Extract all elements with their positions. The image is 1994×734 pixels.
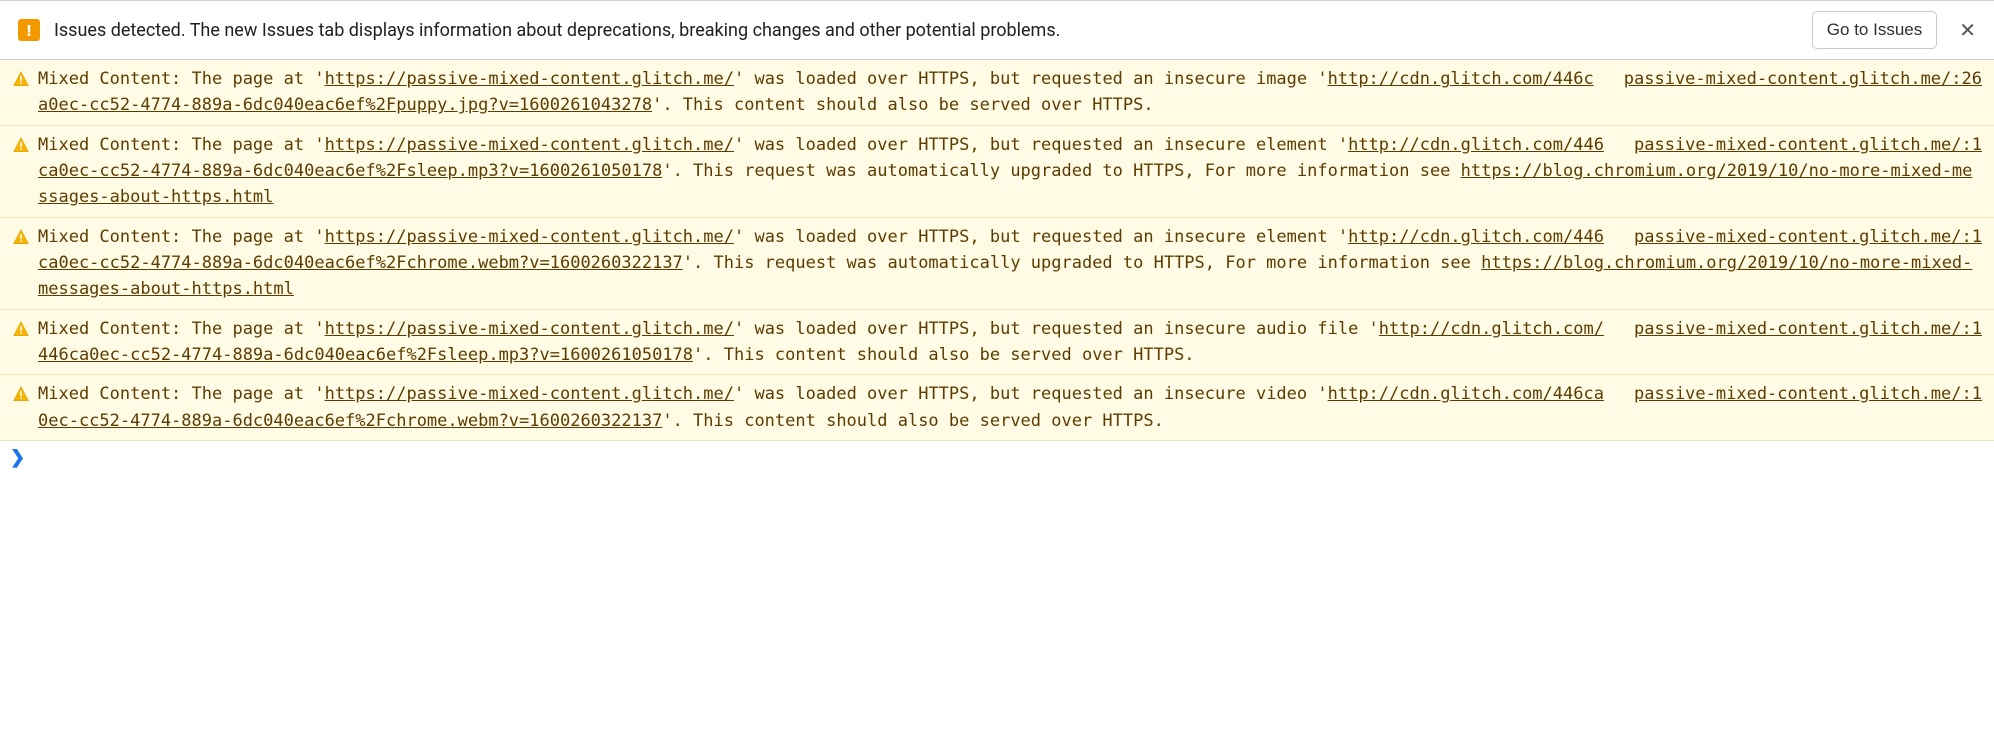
console-warning-row: passive-mixed-content.glitch.me/:1 Mixed …	[0, 310, 1994, 376]
source-link[interactable]: passive-mixed-content.glitch.me/:1	[1634, 316, 1982, 342]
message-link[interactable]: https://passive-mixed-content.glitch.me/	[325, 319, 734, 339]
console-warning-row: passive-mixed-content.glitch.me/:1 Mixed …	[0, 218, 1994, 310]
chevron-right-icon: ❯	[10, 447, 25, 468]
console-warning-row: passive-mixed-content.glitch.me/:1 Mixed …	[0, 375, 1994, 441]
message-text: Mixed Content: The page at '	[38, 69, 325, 89]
message-text: '. This content should also be served ov…	[662, 411, 1164, 431]
message-link[interactable]: https://passive-mixed-content.glitch.me/	[325, 135, 734, 155]
source-link[interactable]: passive-mixed-content.glitch.me/:1	[1634, 381, 1982, 407]
message-text: '. This content should also be served ov…	[652, 95, 1154, 115]
message-text: '. This request was automatically upgrad…	[662, 161, 1460, 181]
alert-icon: !	[18, 19, 40, 41]
message-text: ' was loaded over HTTPS, but requested a…	[734, 227, 1348, 247]
close-icon[interactable]: ✕	[1951, 14, 1984, 46]
message-link[interactable]: https://passive-mixed-content.glitch.me/	[325, 69, 734, 89]
warning-triangle-icon	[12, 136, 30, 154]
warning-triangle-icon	[12, 228, 30, 246]
message-text: ' was loaded over HTTPS, but requested a…	[734, 319, 1379, 339]
message-body: passive-mixed-content.glitch.me/:1 Mixed …	[38, 132, 1982, 211]
source-link[interactable]: passive-mixed-content.glitch.me/:1	[1634, 132, 1982, 158]
message-text: Mixed Content: The page at '	[38, 384, 325, 404]
message-text: Mixed Content: The page at '	[38, 319, 325, 339]
banner-text: Issues detected. The new Issues tab disp…	[54, 20, 1798, 41]
message-text: '. This request was automatically upgrad…	[683, 253, 1481, 273]
go-to-issues-button[interactable]: Go to Issues	[1812, 11, 1937, 49]
warning-triangle-icon	[12, 320, 30, 338]
message-text: '. This content should also be served ov…	[693, 345, 1195, 365]
message-text: ' was loaded over HTTPS, but requested a…	[734, 384, 1328, 404]
message-text: Mixed Content: The page at '	[38, 227, 325, 247]
message-body: passive-mixed-content.glitch.me/:1 Mixed …	[38, 381, 1982, 434]
console-warning-row: passive-mixed-content.glitch.me/:1 Mixed …	[0, 126, 1994, 218]
message-link[interactable]: https://passive-mixed-content.glitch.me/	[325, 384, 734, 404]
message-text: ' was loaded over HTTPS, but requested a…	[734, 69, 1328, 89]
message-body: passive-mixed-content.glitch.me/:1 Mixed …	[38, 224, 1982, 303]
source-link[interactable]: passive-mixed-content.glitch.me/:1	[1634, 224, 1982, 250]
message-body: passive-mixed-content.glitch.me/:26 Mixed…	[38, 66, 1982, 119]
issues-banner: ! Issues detected. The new Issues tab di…	[0, 0, 1994, 60]
message-text: Mixed Content: The page at '	[38, 135, 325, 155]
console-warning-row: passive-mixed-content.glitch.me/:26 Mixed…	[0, 60, 1994, 126]
message-link[interactable]: https://passive-mixed-content.glitch.me/	[325, 227, 734, 247]
message-text: ' was loaded over HTTPS, but requested a…	[734, 135, 1348, 155]
console-messages: passive-mixed-content.glitch.me/:26 Mixed…	[0, 60, 1994, 441]
console-prompt[interactable]: ❯	[0, 441, 1994, 474]
message-body: passive-mixed-content.glitch.me/:1 Mixed …	[38, 316, 1982, 369]
warning-triangle-icon	[12, 385, 30, 403]
source-link[interactable]: passive-mixed-content.glitch.me/:26	[1624, 66, 1982, 92]
warning-triangle-icon	[12, 70, 30, 88]
